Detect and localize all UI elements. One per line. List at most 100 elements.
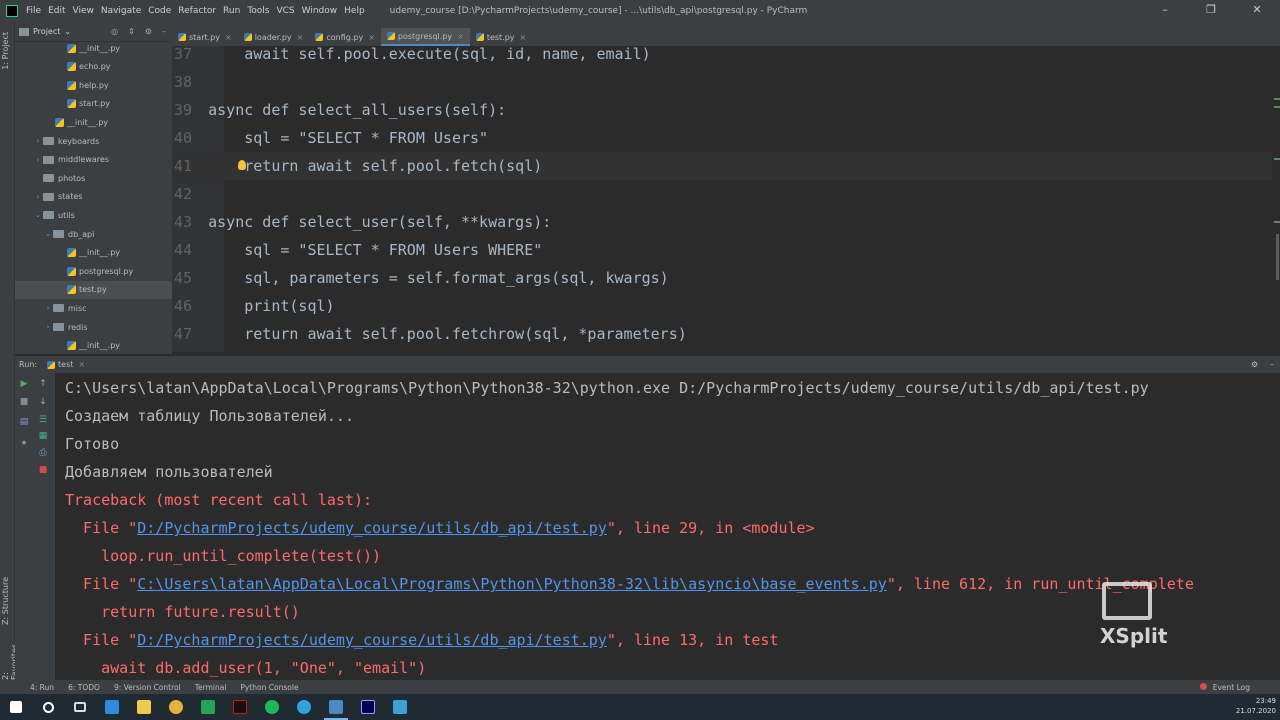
minimize-button[interactable]: – (1142, 0, 1188, 22)
chevron-down-icon[interactable]: ⌄ (33, 211, 43, 219)
close-icon[interactable]: × (520, 33, 527, 42)
tree-file[interactable]: test.py (15, 280, 172, 299)
tree-file[interactable]: __init__.py (15, 113, 172, 131)
hide-icon[interactable]: – (1270, 360, 1274, 369)
tree-folder[interactable]: › misc (15, 299, 172, 317)
menu-item-refactor[interactable]: Refactor (178, 6, 216, 16)
scroll-marker (1274, 106, 1280, 108)
menu-item-tools[interactable]: Tools (247, 6, 269, 16)
tab-config[interactable]: config.py × (309, 28, 381, 46)
remote-desktop-icon[interactable] (384, 694, 416, 720)
system-clock[interactable]: 23:49 21.07.2020 (1236, 696, 1276, 716)
tab-postgresql[interactable]: postgresql.py × (380, 28, 470, 46)
soft-wrap-icon[interactable]: ☰ (38, 415, 48, 425)
tab-start[interactable]: start.py × (172, 28, 238, 46)
tab-loader[interactable]: loader.py × (238, 28, 310, 46)
hide-icon[interactable]: – (162, 27, 166, 36)
tree-file[interactable]: __init__.py (15, 337, 172, 355)
structure-tool-button[interactable]: Z: Structure (1, 577, 10, 625)
netflix-icon[interactable] (224, 694, 256, 720)
pycharm-taskbar-icon[interactable] (192, 694, 224, 720)
chevron-right-icon[interactable]: › (33, 156, 43, 164)
pin-icon[interactable]: ✦ (19, 439, 29, 449)
menu-item-vcs[interactable]: VCS (276, 6, 294, 16)
close-icon[interactable]: × (368, 33, 375, 42)
up-arrow-icon[interactable]: ↑ (38, 379, 48, 389)
run-tab-test[interactable]: test × (47, 360, 85, 369)
rerun-icon[interactable]: ▶ (19, 379, 29, 389)
close-icon[interactable]: × (457, 32, 464, 41)
bottom-tool-todo[interactable]: 6: TODO (68, 683, 100, 692)
close-icon[interactable]: × (78, 360, 85, 369)
menu-item-file[interactable]: File (26, 6, 41, 16)
chevron-down-icon[interactable]: ⌄ (43, 230, 53, 238)
down-arrow-icon[interactable]: ↓ (38, 397, 48, 407)
chevron-right-icon[interactable]: › (43, 323, 53, 331)
tree-file[interactable]: __init__.py (15, 39, 172, 57)
close-icon[interactable]: × (225, 33, 232, 42)
stop-icon[interactable]: ■ (19, 397, 29, 407)
trash-icon[interactable]: ■ (38, 465, 48, 475)
layout-icon[interactable]: ▤ (19, 417, 29, 427)
bottom-tool-run[interactable]: 4: Run (30, 683, 54, 692)
menu-item-code[interactable]: Code (148, 6, 171, 16)
file-link[interactable]: C:\Users\latan\AppData\Local\Programs\Py… (137, 575, 887, 593)
tree-file[interactable]: echo.py (15, 58, 172, 76)
mail-icon[interactable] (96, 694, 128, 720)
tree-file[interactable]: start.py (15, 95, 172, 113)
tree-folder[interactable]: › keyboards (15, 132, 172, 150)
menu-item-edit[interactable]: Edit (48, 6, 65, 16)
tree-folder[interactable]: › middlewares (15, 151, 172, 169)
code-text: sql = "SELECT * FROM Users WHERE" (172, 241, 543, 259)
print-icon[interactable]: ⎙ (38, 448, 48, 458)
task-view-icon[interactable] (64, 694, 96, 720)
file-link[interactable]: D:/PycharmProjects/udemy_course/utils/db… (137, 631, 607, 649)
bottom-tool-pythonconsole[interactable]: Python Console (240, 683, 298, 692)
search-icon[interactable] (32, 694, 64, 720)
chevron-right-icon[interactable]: › (43, 304, 53, 312)
lightbulb-icon[interactable] (238, 160, 246, 170)
bottom-tool-terminal[interactable]: Terminal (195, 683, 227, 692)
chrome-icon[interactable] (160, 694, 192, 720)
chevron-right-icon[interactable]: › (33, 137, 43, 145)
event-log-button[interactable]: Event Log (1200, 682, 1250, 692)
file-explorer-icon[interactable] (128, 694, 160, 720)
menu-item-navigate[interactable]: Navigate (101, 6, 141, 16)
close-button[interactable]: ✕ (1234, 0, 1280, 22)
code-editor[interactable]: 37 await self.pool.execute(sql, id, name… (172, 46, 1280, 352)
close-icon[interactable]: × (297, 33, 304, 42)
gear-icon[interactable]: ⚙ (1251, 360, 1258, 369)
active-app-icon[interactable] (320, 694, 352, 720)
menu-item-help[interactable]: Help (344, 6, 365, 16)
tree-file[interactable]: postgresql.py (15, 262, 172, 280)
tree-file[interactable]: __init__.py (15, 244, 172, 262)
tree-folder[interactable]: ⌄ utils (15, 206, 172, 224)
maximize-button[interactable]: ❐ (1188, 0, 1234, 22)
menu-item-window[interactable]: Window (302, 6, 338, 16)
tree-folder[interactable]: › redis (15, 318, 172, 336)
spotify-icon[interactable] (256, 694, 288, 720)
tree-file[interactable]: help.py (15, 76, 172, 94)
file-link[interactable]: D:/PycharmProjects/udemy_course/utils/db… (137, 519, 607, 537)
scroll-to-end-icon[interactable]: ▦ (38, 431, 48, 441)
chevron-down-icon[interactable]: ⌄ (64, 27, 71, 36)
menu-item-run[interactable]: Run (223, 6, 240, 16)
bottom-tool-versioncontrol[interactable]: 9: Version Control (114, 683, 181, 692)
folder-icon (53, 323, 64, 331)
tree-folder[interactable]: › states (15, 188, 172, 206)
gear-icon[interactable]: ⚙ (145, 27, 152, 36)
project-tool-button[interactable]: 1: Project (1, 32, 10, 70)
menu-item-view[interactable]: View (73, 6, 94, 16)
chevron-right-icon[interactable]: › (33, 193, 43, 201)
tree-folder[interactable]: photos (15, 169, 172, 187)
tab-test[interactable]: test.py × (470, 28, 532, 46)
telegram-icon[interactable] (288, 694, 320, 720)
editor-scrollbar[interactable] (1276, 234, 1279, 280)
tree-folder[interactable]: ⌄ db_api (15, 225, 172, 243)
collapse-icon[interactable]: ⇕ (128, 27, 135, 36)
windows-start-icon[interactable] (0, 694, 32, 720)
project-panel-title[interactable]: Project (33, 27, 60, 36)
locate-icon[interactable]: ◎ (111, 27, 118, 36)
tree-item-label: __init__.py (79, 341, 121, 351)
adobe-icon[interactable] (352, 694, 384, 720)
